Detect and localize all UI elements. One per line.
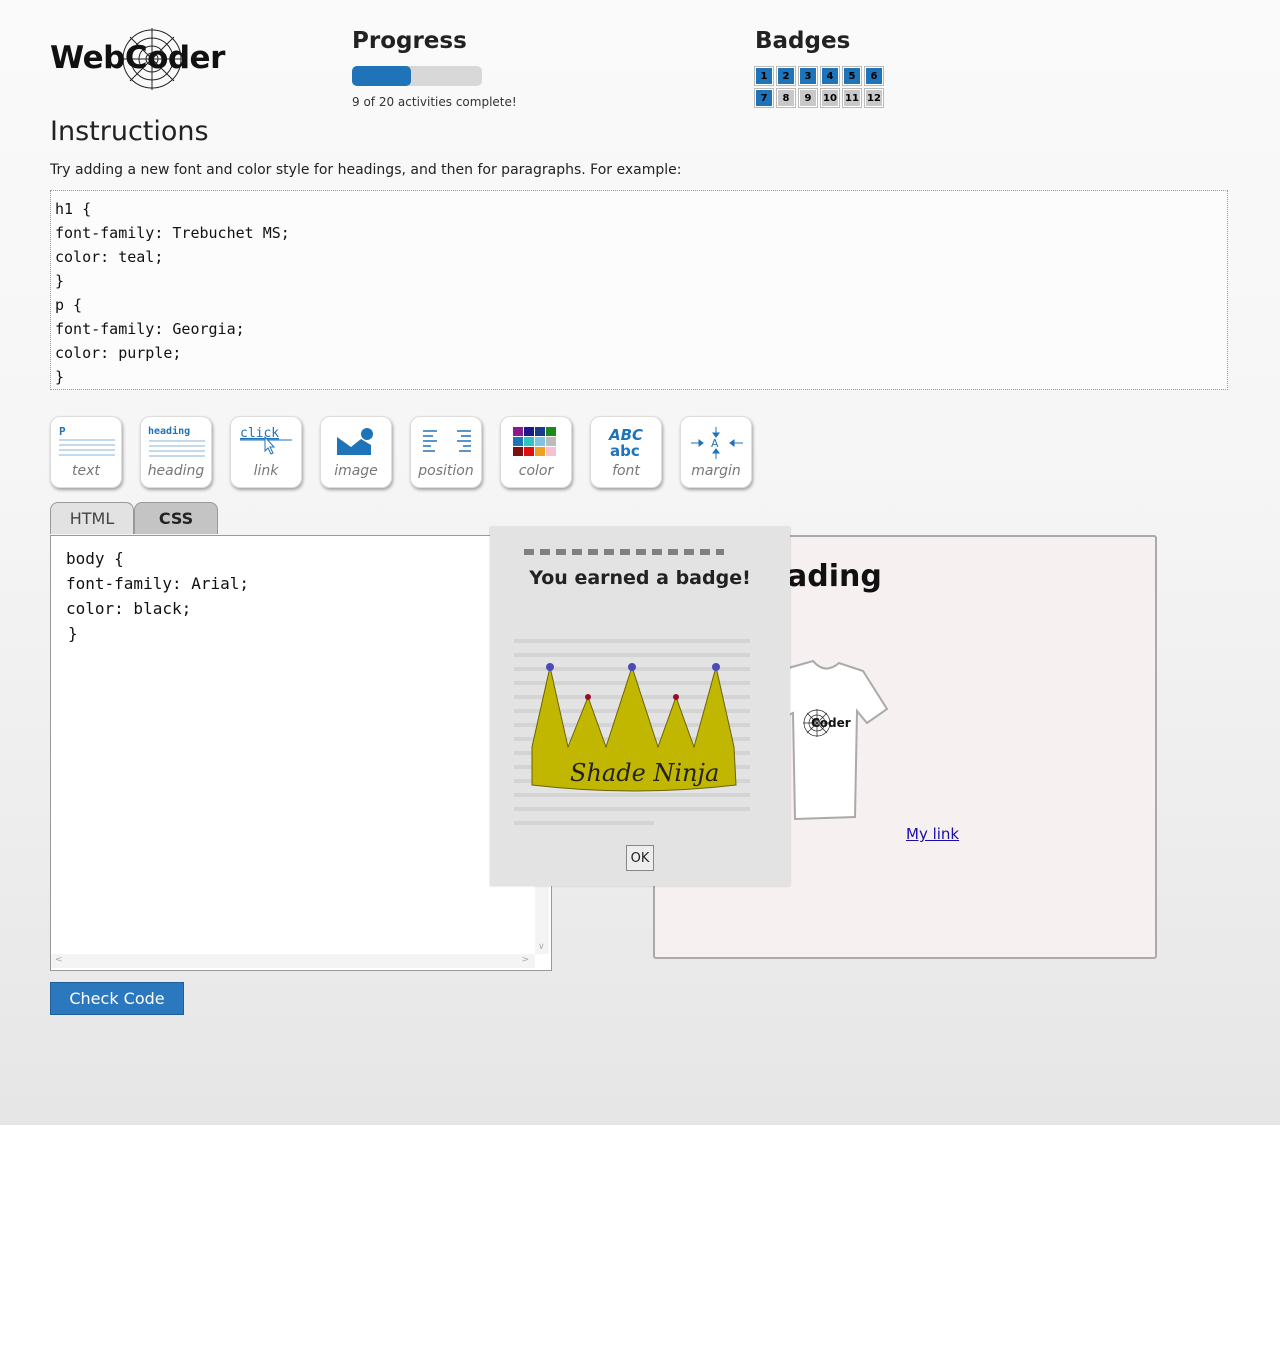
editor-code-line[interactable]: body { [66, 546, 249, 571]
tool-margin[interactable]: A margin [680, 416, 752, 488]
font-tool-icon: ABC abc [608, 426, 643, 460]
progress-status: 9 of 20 activities complete! [352, 95, 517, 109]
example-code-line: color: teal; [55, 248, 164, 266]
tool-text-label: text [72, 463, 100, 479]
tool-text[interactable]: P text [50, 416, 122, 488]
badge-name: Shade Ninja [570, 759, 719, 787]
editor-code-line[interactable]: font-family: Arial; [66, 571, 249, 596]
badge-10[interactable]: 10 [820, 88, 840, 108]
tool-font-label: font [612, 463, 640, 479]
dialog-title: You earned a badge! [529, 567, 751, 589]
tool-image-label: image [334, 463, 378, 479]
check-code-button[interactable]: Check Code [50, 982, 184, 1015]
tool-color[interactable]: color [500, 416, 572, 488]
tool-palette: P text heading heading click link image … [50, 416, 752, 488]
ok-button[interactable]: OK [626, 845, 654, 871]
badge-5[interactable]: 5 [842, 66, 862, 86]
heading-tool-icon: heading [148, 425, 205, 457]
shade-ninja-badge-icon: Shade Ninja [514, 639, 750, 825]
badge-11[interactable]: 11 [842, 88, 862, 108]
image-tool-icon [337, 428, 373, 455]
margin-arrows-icon: A [691, 427, 743, 459]
badge-12[interactable]: 12 [864, 88, 884, 108]
progress-bar-fill [352, 66, 411, 86]
editor-code[interactable]: body {font-family: Arial; color: black;} [66, 546, 249, 646]
example-code-line: p { [55, 296, 83, 314]
badge-4[interactable]: 4 [820, 66, 840, 86]
tool-image[interactable]: image [320, 416, 392, 488]
tool-position-label: position [418, 463, 474, 479]
badge-earned-dialog: You earned a badge! Shade Ninja OK [490, 527, 790, 886]
badge-9[interactable]: 9 [798, 88, 818, 108]
dialog-ghost-text [524, 541, 724, 555]
tool-font[interactable]: ABC abc font [590, 416, 662, 488]
tool-link-label: link [253, 463, 279, 479]
preview-heading: ading [787, 559, 882, 594]
editor-tabs: HTML CSS [50, 502, 218, 534]
example-code-line: h1 { [55, 200, 92, 218]
scroll-right-icon[interactable]: > [521, 955, 529, 965]
svg-text:abc: abc [610, 442, 640, 460]
tool-heading[interactable]: heading heading [140, 416, 212, 488]
badge-8[interactable]: 8 [776, 88, 796, 108]
logo-text-web: Web [50, 40, 125, 76]
editor-code-line[interactable]: color: black; [66, 596, 249, 621]
text-tool-icon: P [59, 425, 115, 456]
tool-link[interactable]: click link [230, 416, 302, 488]
example-code-line: font-family: Georgia; [55, 320, 245, 338]
tab-css[interactable]: CSS [134, 502, 218, 534]
badge-1[interactable]: 1 [754, 66, 774, 86]
webcoder-logo: WebCoder [50, 28, 225, 92]
example-code-line: color: purple; [55, 344, 182, 362]
example-code-line: font-family: Trebuchet MS; [55, 224, 290, 242]
logo-text-coder: Coder [124, 40, 226, 76]
svg-text:A: A [711, 437, 719, 450]
instructions-title: Instructions [50, 116, 209, 147]
css-editor[interactable]: body {font-family: Arial; color: black;} … [50, 535, 552, 971]
badge-7[interactable]: 7 [754, 88, 774, 108]
link-cursor-icon: click [240, 426, 292, 455]
progress-title: Progress [352, 28, 467, 54]
svg-text:P: P [59, 425, 66, 438]
badge-2[interactable]: 2 [776, 66, 796, 86]
badges-title: Badges [755, 28, 851, 54]
tool-margin-label: margin [691, 463, 741, 479]
svg-text:click: click [240, 426, 279, 441]
scroll-left-icon[interactable]: < [55, 955, 63, 965]
color-palette-icon [513, 427, 556, 456]
progress-bar [352, 66, 482, 86]
badge-6[interactable]: 6 [864, 66, 884, 86]
horizontal-scrollbar[interactable]: < > [51, 954, 535, 968]
example-code-box: h1 { font-family: Trebuchet MS; color: tea… [50, 190, 1228, 390]
tool-position[interactable]: position [410, 416, 482, 488]
badge-3[interactable]: 3 [798, 66, 818, 86]
preview-link[interactable]: My link [906, 825, 959, 843]
editor-code-line[interactable]: } [66, 621, 249, 646]
position-align-icon [423, 430, 471, 452]
shirt-logo-text: Coder [811, 716, 851, 730]
tool-color-label: color [518, 463, 554, 479]
example-code-line: } [55, 368, 65, 386]
tool-heading-label: heading [147, 463, 205, 479]
badge-grid: 1 2 3 4 5 6 7 8 9 10 11 12 [754, 66, 895, 108]
scroll-down-icon[interactable]: ∨ [538, 942, 545, 952]
instructions-text: Try adding a new font and color style fo… [50, 162, 682, 178]
tab-html[interactable]: HTML [50, 502, 134, 534]
example-code-line: } [55, 272, 65, 290]
svg-text:heading: heading [148, 425, 190, 437]
